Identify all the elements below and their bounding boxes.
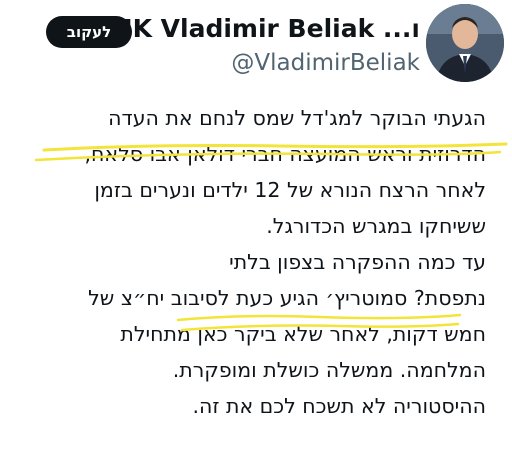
avatar[interactable] (426, 4, 504, 82)
tweet-line-9: ההיסטוריה לא תשכח לכם את זה. (192, 394, 486, 418)
tweet-card: MK Vladimir Beliak ...ו @VladimirBeliak … (0, 0, 512, 458)
user-handle[interactable]: @VladimirBeliak (231, 50, 420, 76)
tweet-line-5: עד כמה ההפקרה בצפון בלתי (229, 250, 486, 274)
tweet-line-4: ששיחקו במגרש הכדורגל. (266, 214, 486, 238)
tweet-line-2: הדרוזית וראש המועצה חברי דולאן אבו סלאח, (84, 142, 487, 166)
tweet-line-6: נתפסת? סמוטריץ׳ הגיע כעת לסיבוב יח״צ של (88, 286, 486, 310)
display-name-text: MK Vladimir Beliak ...ו (107, 14, 420, 43)
tweet-line-8: המלחמה. ממשלה כושלת ומופקרת. (172, 358, 486, 382)
tweet-text: הגעתי הבוקר למג'דל שמס לנחם את העדה הדרו… (16, 100, 487, 424)
tweet-line-3: לאחר הרצח הנורא של 12 ילדים ונערים בזמן (94, 178, 486, 202)
tweet-line-1: הגעתי הבוקר למג'דל שמס לנחם את העדה (108, 106, 486, 130)
follow-button[interactable]: לעקוב (46, 16, 132, 48)
tweet-line-7: חמש דקות, לאחר שלא ביקר כאן מתחילת (120, 322, 486, 346)
